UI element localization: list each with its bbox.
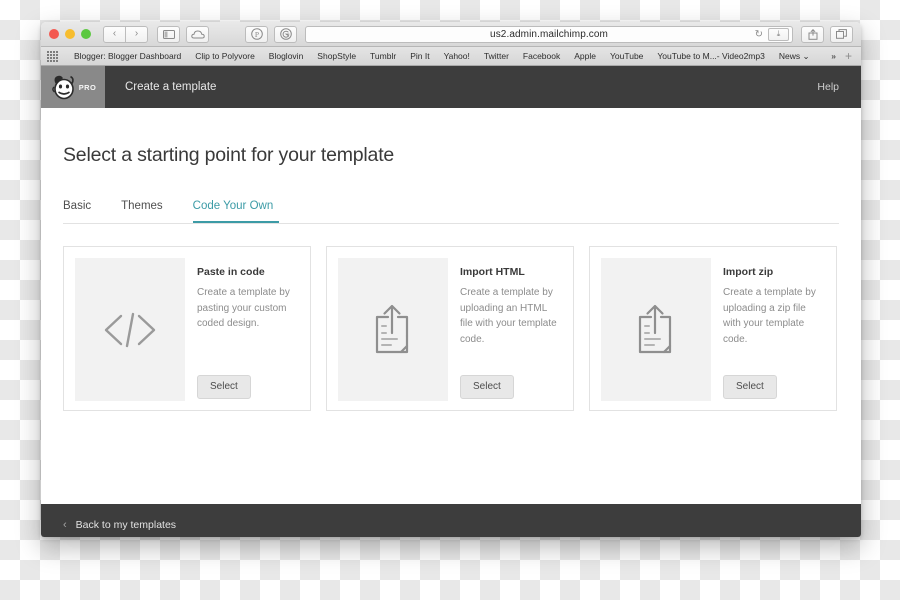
tab-basic[interactable]: Basic [63, 200, 107, 223]
browser-toolbar: ‹ › P us2.admin.mailchimp.com ↻ ⤓ [41, 22, 861, 47]
grammarly-icon [279, 28, 292, 40]
minimize-window-button[interactable] [65, 29, 75, 39]
card-body: Import HTML Create a template by uploadi… [460, 258, 562, 399]
bookmark-item[interactable]: Apple [567, 51, 603, 61]
card-title: Import HTML [460, 266, 525, 278]
reader-view-button[interactable]: ⤓ [768, 27, 789, 41]
mailchimp-monkey-icon [51, 75, 74, 100]
page-title: Select a starting point for your templat… [63, 144, 395, 166]
mailchimp-logo: PRO [50, 74, 96, 100]
sidebar-toggle-button[interactable] [157, 25, 180, 43]
cloud-icon [190, 29, 205, 39]
app-header: PRO Create a template Help [41, 66, 861, 108]
card-title: Paste in code [197, 266, 265, 278]
new-tab-button[interactable]: + [841, 49, 857, 63]
select-button-import-zip[interactable]: Select [723, 375, 777, 399]
bookmark-item[interactable]: ShopStyle [310, 51, 363, 61]
card-body: Import zip Create a template by uploadin… [723, 258, 825, 399]
bookmarks-overflow-button[interactable]: » [825, 51, 841, 61]
bookmark-item[interactable]: Blogger: Blogger Dashboard [67, 51, 188, 61]
share-icon [808, 28, 818, 40]
bookmark-item[interactable]: Bloglovin [262, 51, 311, 61]
app-header-title: Create a template [125, 81, 217, 93]
tab-themes[interactable]: Themes [121, 200, 179, 223]
bookmark-item[interactable]: Facebook [516, 51, 567, 61]
forward-button[interactable]: › [125, 25, 148, 43]
logo-cell[interactable]: PRO [41, 66, 105, 108]
option-card-import-zip[interactable]: Import zip Create a template by uploadin… [589, 246, 837, 411]
option-card-import-html[interactable]: Import HTML Create a template by uploadi… [326, 246, 574, 411]
upload-document-icon [369, 303, 417, 357]
card-description: Create a template by uploading a zip fil… [723, 287, 816, 345]
zoom-window-button[interactable] [81, 29, 91, 39]
app-footer: ‹ Back to my templates [41, 504, 861, 537]
back-button[interactable]: ‹ [103, 25, 126, 43]
select-button-paste-in-code[interactable]: Select [197, 375, 251, 399]
card-thumbnail [338, 258, 448, 401]
card-title: Import zip [723, 266, 774, 278]
address-bar-controls: ↻ ⤓ [755, 27, 789, 41]
address-bar[interactable]: us2.admin.mailchimp.com ↻ ⤓ [305, 25, 793, 43]
card-description: Create a template by pasting your custom… [197, 287, 290, 329]
tab-bar: Basic Themes Code Your Own [63, 200, 839, 224]
bookmark-item[interactable]: YouTube to M...- Video2mp3 [650, 51, 771, 61]
bookmark-item[interactable]: YouTube [603, 51, 650, 61]
close-window-button[interactable] [49, 29, 59, 39]
option-card-paste-in-code[interactable]: Paste in code Create a template by pasti… [63, 246, 311, 411]
code-brackets-icon [99, 310, 161, 350]
template-options: Paste in code Create a template by pasti… [63, 246, 839, 411]
tabs-overview-button[interactable] [830, 25, 853, 43]
icloud-tabs-button[interactable] [186, 25, 209, 43]
chevron-left-icon: ‹ [112, 28, 117, 39]
tabs-overview-icon [836, 29, 847, 39]
traffic-lights [49, 29, 91, 39]
grammarly-extension-button[interactable] [274, 25, 297, 43]
bookmark-item[interactable]: Tumblr [363, 51, 403, 61]
nav-buttons: ‹ › [103, 25, 148, 43]
pinterest-icon: P [250, 28, 263, 40]
card-thumbnail [75, 258, 185, 401]
card-thumbnail [601, 258, 711, 401]
browser-window: ‹ › P us2.admin.mailchimp.com ↻ ⤓ Blogge… [41, 22, 861, 537]
reader-icon: ⤓ [776, 29, 781, 38]
reload-icon[interactable]: ↻ [755, 29, 763, 40]
chevron-right-icon: › [134, 28, 139, 39]
share-button[interactable] [801, 25, 824, 43]
bookmarks-bar: Blogger: Blogger Dashboard Clip to Polyv… [41, 47, 861, 66]
bookmark-item[interactable]: Pin It [403, 51, 436, 61]
card-description: Create a template by uploading an HTML f… [460, 287, 557, 345]
page-content: Select a starting point for your templat… [41, 108, 861, 504]
bookmark-item[interactable]: Clip to Polyvore [188, 51, 262, 61]
bookmark-item[interactable]: Twitter [477, 51, 516, 61]
apps-grid-icon[interactable] [47, 50, 58, 62]
back-to-my-templates-link[interactable]: Back to my templates [76, 519, 176, 531]
select-button-import-html[interactable]: Select [460, 375, 514, 399]
pro-badge: PRO [78, 82, 97, 92]
card-body: Paste in code Create a template by pasti… [197, 258, 299, 399]
bookmark-item[interactable]: Yahoo! [437, 51, 477, 61]
upload-document-icon [632, 303, 680, 357]
bookmark-item-news[interactable]: News ⌄ [772, 51, 817, 62]
svg-text:P: P [254, 30, 258, 39]
sidebar-icon [162, 29, 175, 39]
help-link[interactable]: Help [817, 66, 861, 108]
chevron-left-icon: ‹ [63, 519, 67, 531]
tab-code-your-own[interactable]: Code Your Own [192, 200, 280, 223]
url-text: us2.admin.mailchimp.com [490, 28, 608, 40]
pinterest-extension-button[interactable]: P [245, 25, 268, 43]
